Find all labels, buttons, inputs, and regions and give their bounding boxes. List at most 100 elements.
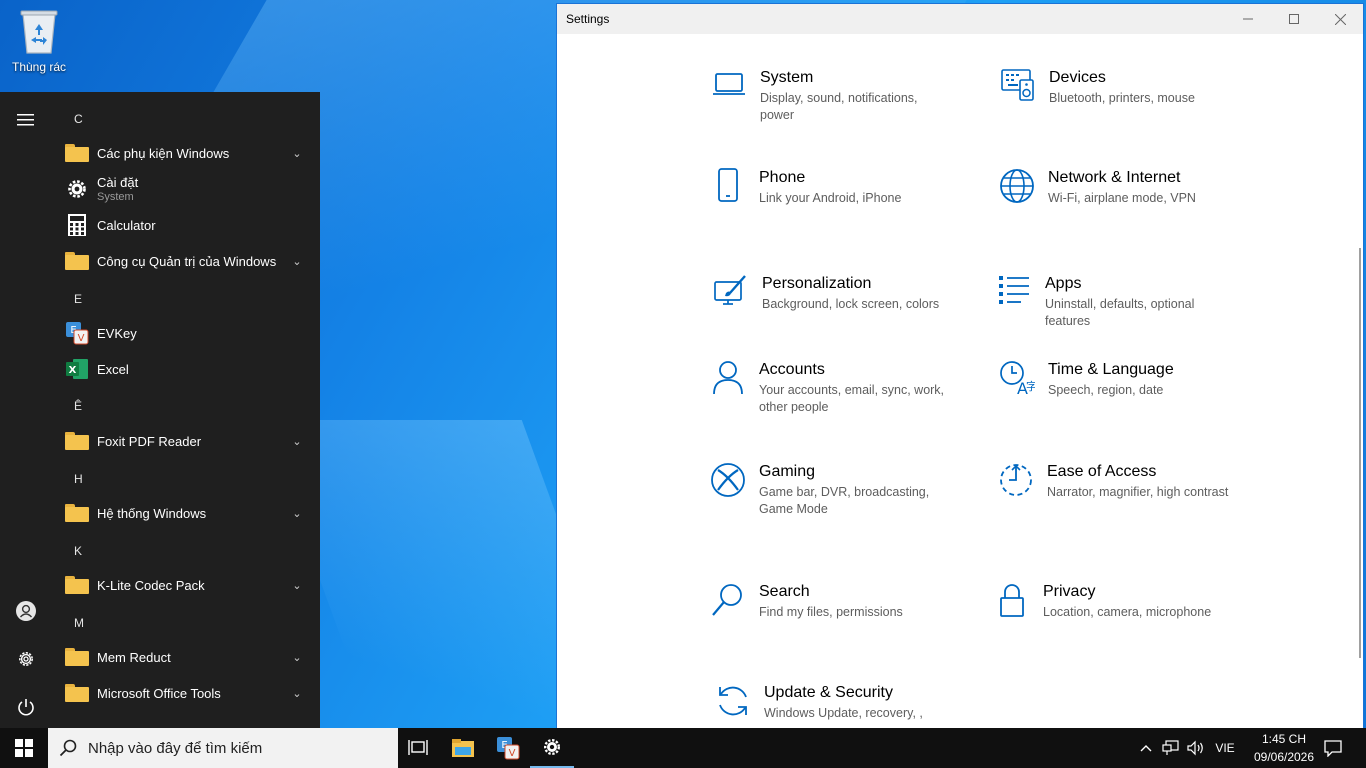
tile-description: Display, sound, notifications, power bbox=[760, 91, 918, 122]
group-letter-c[interactable]: C bbox=[74, 112, 83, 126]
tile-description: Location, camera, microphone bbox=[1043, 605, 1212, 619]
folder-icon bbox=[64, 680, 90, 706]
list-item-folder[interactable]: Các phụ kiện Windows ⌄ bbox=[52, 135, 320, 171]
settings-tile-devices[interactable]: Devices Bluetooth, printers, mouse bbox=[997, 68, 1247, 148]
tile-description: Speech, region, date bbox=[1048, 383, 1164, 397]
tile-description: Wi-Fi, airplane mode, VPN bbox=[1048, 191, 1196, 205]
task-view-button[interactable] bbox=[396, 728, 440, 768]
settings-tile-system[interactable]: System Display, sound, notifications, pow… bbox=[708, 68, 958, 148]
tile-description: Your accounts, email, sync, work, other … bbox=[759, 383, 945, 414]
scrollbar[interactable] bbox=[1359, 248, 1361, 658]
network-wired-icon bbox=[1162, 740, 1179, 755]
start-menu-rail bbox=[0, 92, 52, 729]
list-item-app-excel[interactable]: X Excel bbox=[52, 351, 320, 387]
tile-title: Time & Language bbox=[1048, 361, 1174, 378]
network-status-button[interactable] bbox=[1158, 728, 1184, 768]
list-item-label: Calculator bbox=[97, 217, 156, 233]
settings-tile-update-security[interactable]: Update & Security Windows Update, recover… bbox=[712, 683, 962, 728]
settings-tile-phone[interactable]: Phone Link your Android, iPhone bbox=[707, 168, 957, 248]
list-item-folder[interactable]: K-Lite Codec Pack ⌄ bbox=[52, 567, 320, 603]
tile-description: Game bar, DVR, broadcasting, Game Mode bbox=[759, 485, 930, 516]
settings-button[interactable] bbox=[8, 641, 44, 677]
taskbar-search-box[interactable] bbox=[48, 728, 398, 768]
account-button[interactable] bbox=[8, 593, 44, 629]
svg-text:字: 字 bbox=[1026, 379, 1035, 393]
taskbar-app-file-explorer[interactable] bbox=[441, 728, 485, 768]
taskbar-app-evkey[interactable]: EV bbox=[486, 728, 530, 768]
title-bar[interactable]: Settings bbox=[557, 4, 1363, 34]
lock-icon bbox=[991, 582, 1033, 622]
settings-tile-personalization[interactable]: Personalization Background, lock screen, … bbox=[710, 274, 960, 354]
close-button[interactable] bbox=[1317, 4, 1363, 34]
start-button[interactable] bbox=[0, 728, 48, 768]
list-item-app-settings[interactable]: Cài đặt System bbox=[52, 171, 320, 207]
list-item-folder[interactable]: Mem Reduct ⌄ bbox=[52, 639, 320, 675]
tile-title: System bbox=[760, 69, 814, 86]
clock-language-icon: A字 bbox=[996, 360, 1038, 400]
desktop-icon-recycle-bin[interactable]: Thùng rác bbox=[6, 6, 72, 74]
action-center-button[interactable] bbox=[1320, 728, 1346, 768]
settings-gear-icon bbox=[544, 739, 560, 755]
settings-tile-gaming[interactable]: Gaming Game bar, DVR, broadcasting, Game … bbox=[707, 462, 957, 542]
list-item-folder[interactable]: Hệ thống Windows ⌄ bbox=[52, 495, 320, 531]
group-letter-k[interactable]: K bbox=[74, 544, 82, 558]
taskbar: EV VIE 1:45 CH 09/06/2026 bbox=[0, 728, 1366, 768]
list-item-folder[interactable]: Công cụ Quản trị của Windows ⌄ bbox=[52, 243, 320, 279]
settings-tile-ease-of-access[interactable]: Ease of Access Narrator, magnifier, high … bbox=[995, 462, 1245, 542]
clock-time: 1:45 CH bbox=[1261, 732, 1307, 746]
list-item-label: Cài đặt bbox=[97, 175, 139, 190]
tile-title: Ease of Access bbox=[1047, 463, 1157, 480]
settings-tile-network-internet[interactable]: Network & Internet Wi-Fi, airplane mode, … bbox=[996, 168, 1246, 248]
group-letter-m[interactable]: M bbox=[74, 616, 84, 630]
tile-title: Update & Security bbox=[764, 684, 893, 701]
settings-tile-time-language[interactable]: A字 Time & Language Speech, region, date bbox=[996, 360, 1246, 440]
minimize-button[interactable] bbox=[1225, 4, 1271, 34]
tile-description: Uninstall, defaults, optional features bbox=[1045, 297, 1195, 328]
search-input[interactable] bbox=[88, 739, 378, 757]
list-item-app-calculator[interactable]: Calculator bbox=[52, 207, 320, 243]
maximize-button[interactable] bbox=[1271, 4, 1317, 34]
laptop-icon bbox=[708, 68, 750, 108]
window-title: Settings bbox=[566, 12, 610, 26]
settings-tile-apps[interactable]: Apps Uninstall, defaults, optional featur… bbox=[993, 274, 1243, 354]
clock-date: 09/06/2026 bbox=[1253, 750, 1315, 764]
speaker-volume-icon bbox=[1187, 740, 1203, 756]
folder-icon bbox=[64, 644, 90, 670]
taskbar-app-settings[interactable] bbox=[530, 728, 574, 768]
recycle-bin-label: Thùng rác bbox=[11, 60, 67, 74]
list-item-label: Mem Reduct bbox=[97, 649, 171, 665]
settings-tile-search[interactable]: Search Find my files, permissions bbox=[707, 582, 957, 662]
user-account-icon bbox=[16, 601, 36, 621]
paintbrush-screen-icon bbox=[710, 274, 752, 314]
list-item-label: K-Lite Codec Pack bbox=[97, 577, 205, 593]
list-item-folder[interactable]: Microsoft Office Tools ⌄ bbox=[52, 675, 320, 711]
group-letter-h[interactable]: H bbox=[74, 472, 83, 486]
globe-icon bbox=[996, 168, 1038, 208]
keyboard-speaker-icon bbox=[997, 68, 1039, 108]
list-item-folder[interactable]: Foxit PDF Reader ⌄ bbox=[52, 423, 320, 459]
tile-description: Bluetooth, printers, mouse bbox=[1049, 91, 1195, 105]
list-item-label: Microsoft Office Tools bbox=[97, 685, 221, 701]
taskbar-clock[interactable]: 1:45 CH 09/06/2026 bbox=[1242, 730, 1326, 766]
tile-description: Background, lock screen, colors bbox=[762, 297, 940, 311]
windows-logo-icon bbox=[15, 739, 33, 757]
svg-text:V: V bbox=[78, 333, 85, 344]
sync-arrows-icon bbox=[712, 683, 754, 723]
tile-description: Windows Update, recovery, , bbox=[764, 706, 923, 720]
tile-description: Narrator, magnifier, high contrast bbox=[1047, 485, 1229, 499]
recycle-bin-icon bbox=[17, 6, 61, 56]
hamburger-menu-icon bbox=[17, 114, 34, 126]
settings-tile-accounts[interactable]: Accounts Your accounts, email, sync, work… bbox=[707, 360, 957, 440]
power-icon bbox=[18, 699, 34, 716]
group-letter-e-circumflex[interactable]: Ê bbox=[74, 399, 82, 413]
settings-tile-privacy[interactable]: Privacy Location, camera, microphone bbox=[991, 582, 1241, 662]
input-language-indicator[interactable]: VIE bbox=[1208, 728, 1242, 768]
show-hidden-icons-button[interactable] bbox=[1136, 728, 1156, 768]
chevron-down-icon: ⌄ bbox=[292, 651, 302, 664]
start-expand-button[interactable] bbox=[8, 102, 44, 138]
chevron-down-icon: ⌄ bbox=[292, 435, 302, 448]
power-button[interactable] bbox=[8, 689, 44, 725]
list-item-app-evkey[interactable]: EV EVKey bbox=[52, 315, 320, 351]
volume-button[interactable] bbox=[1184, 728, 1208, 768]
group-letter-e[interactable]: E bbox=[74, 292, 82, 306]
